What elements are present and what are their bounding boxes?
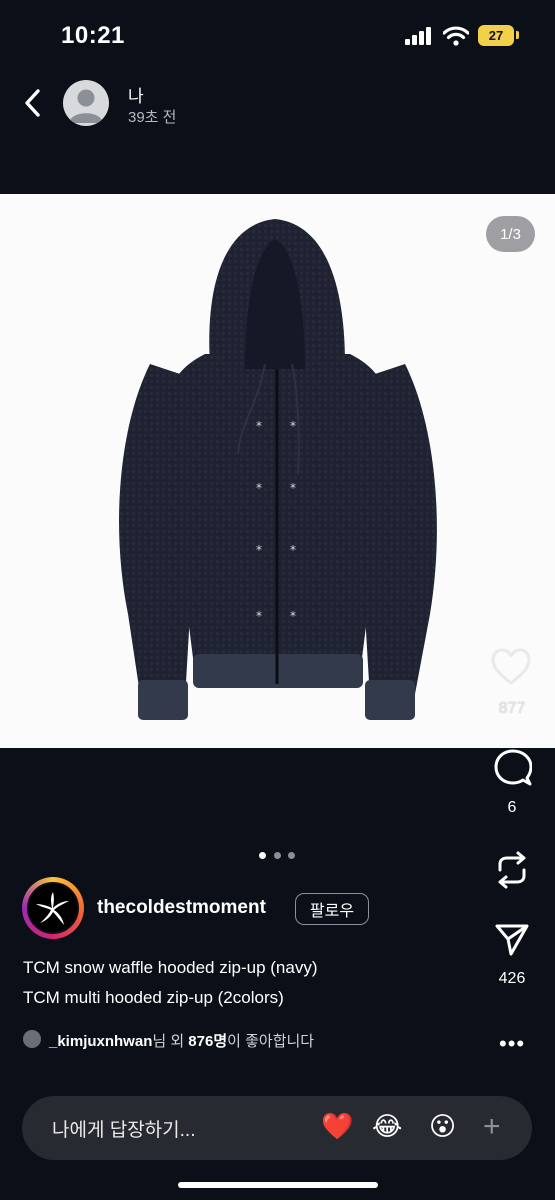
liked-by-mid: 님 외: [152, 1033, 189, 1050]
follow-button[interactable]: 팔로우: [295, 893, 369, 925]
svg-text:*: *: [290, 543, 296, 557]
more-icon[interactable]: •••: [499, 1031, 525, 1057]
header-username[interactable]: 나: [128, 82, 144, 107]
hoodie-illustration: * * * * * * * *: [119, 219, 437, 720]
comment-icon[interactable]: [494, 749, 532, 787]
heart-icon[interactable]: [490, 647, 532, 687]
brand-logo-icon: [36, 892, 69, 925]
carousel-dot-active: [259, 852, 266, 859]
svg-text:*: *: [256, 543, 262, 557]
svg-text:*: *: [290, 481, 296, 495]
caption-line-2: TCM multi hooded zip-up (2colors): [23, 988, 284, 1007]
carousel-dot: [288, 852, 295, 859]
liked-by-text[interactable]: _kimjuxnhwan님 외 876명이 좋아합니다: [49, 1030, 314, 1051]
back-chevron-icon[interactable]: [22, 88, 44, 118]
send-icon[interactable]: [494, 922, 530, 958]
share-count: 426: [498, 970, 526, 987]
home-indicator: [178, 1182, 378, 1188]
header-timeago: 39초 전: [128, 109, 177, 126]
status-time: 10:21: [61, 22, 125, 49]
liked-by-user[interactable]: _kimjuxnhwan: [49, 1033, 152, 1050]
svg-text:*: *: [256, 419, 262, 433]
reaction-wow[interactable]: 😮: [429, 1111, 456, 1142]
default-avatar-icon: [69, 89, 103, 123]
signal-icon: [405, 27, 431, 45]
battery-icon: 27: [478, 25, 514, 46]
comment-count: 6: [507, 799, 517, 816]
caption-line-1: TCM snow waffle hooded zip-up (navy): [23, 958, 318, 977]
reaction-laugh[interactable]: 😂: [372, 1111, 402, 1142]
post-image[interactable]: * * * * * * * *: [0, 194, 555, 748]
add-reaction-icon[interactable]: +: [483, 1110, 501, 1144]
liked-by-end: 이 좋아합니다: [227, 1033, 315, 1050]
svg-text:*: *: [290, 609, 296, 623]
reaction-heart[interactable]: ❤️: [321, 1111, 353, 1142]
like-count: 877: [498, 700, 526, 717]
svg-text:*: *: [256, 481, 262, 495]
image-counter: 1/3: [486, 216, 535, 252]
carousel-dot: [274, 852, 281, 859]
avatar[interactable]: [63, 80, 109, 126]
reply-input[interactable]: 나에게 답장하기...: [52, 1115, 195, 1142]
svg-text:*: *: [256, 609, 262, 623]
wifi-icon: [443, 26, 469, 46]
battery-cap: [516, 31, 519, 39]
repost-icon[interactable]: [494, 850, 530, 890]
account-name[interactable]: thecoldestmoment: [97, 897, 266, 919]
account-avatar[interactable]: [27, 882, 79, 934]
liked-by-count: 876명: [188, 1033, 228, 1050]
liker-avatar[interactable]: [23, 1030, 41, 1048]
svg-text:*: *: [290, 419, 296, 433]
